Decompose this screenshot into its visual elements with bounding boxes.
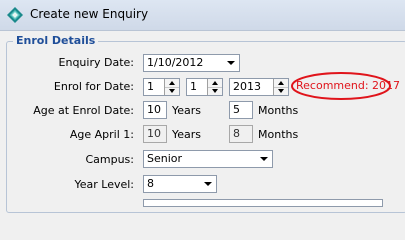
chevron-down-icon: [203, 182, 212, 186]
age-enrol-years-unit: Years: [172, 104, 202, 117]
group-title: Enrol Details: [13, 34, 99, 47]
enrol-for-date-label: Enrol for Date:: [53, 80, 134, 93]
year-level-dropdown-button[interactable]: [199, 176, 216, 192]
app-diamond-icon: [7, 7, 23, 23]
age-april-years-field: 10: [143, 125, 167, 143]
window-title: Create new Enquiry: [30, 7, 149, 21]
age-april-years-unit: Years: [172, 128, 202, 141]
enrol-day-spinner[interactable]: 1: [143, 78, 180, 96]
campus-label: Campus:: [85, 153, 134, 166]
enrol-month-spin-buttons[interactable]: [207, 79, 222, 95]
enrol-year-spinner[interactable]: 2013: [229, 78, 289, 96]
campus-value: Senior: [147, 152, 183, 165]
campus-combo[interactable]: Senior: [143, 150, 273, 168]
age-enrol-months-unit: Months: [258, 104, 299, 117]
age-april-years-value: 10: [147, 127, 161, 140]
recommend-year-note: Recommend: 2017: [296, 79, 401, 92]
spin-down-icon[interactable]: [208, 87, 222, 95]
next-field-partial[interactable]: [143, 199, 383, 207]
enrol-month-spinner[interactable]: 1: [186, 78, 223, 96]
window-titlebar[interactable]: Create new Enquiry: [0, 0, 405, 31]
age-enrol-years-input[interactable]: 10: [143, 101, 167, 119]
year-level-combo[interactable]: 8: [143, 175, 217, 193]
age-enrol-months-input[interactable]: 5: [229, 101, 253, 119]
enquiry-date-label: Enquiry Date:: [58, 56, 134, 69]
enquiry-date-combo[interactable]: 1/10/2012: [143, 54, 240, 72]
spin-down-icon[interactable]: [274, 87, 288, 95]
year-level-label: Year Level:: [74, 178, 134, 191]
enquiry-date-dropdown-button[interactable]: [222, 55, 239, 71]
age-at-enrol-label: Age at Enrol Date:: [33, 104, 134, 117]
age-april-months-value: 8: [233, 127, 240, 140]
age-april-label: Age April 1:: [69, 128, 134, 141]
enrol-month-value: 1: [190, 80, 197, 93]
age-enrol-years-value: 10: [147, 103, 161, 116]
age-april-months-unit: Months: [258, 128, 299, 141]
enrol-year-spin-buttons[interactable]: [273, 79, 288, 95]
age-enrol-months-value: 5: [233, 103, 240, 116]
enquiry-date-value: 1/10/2012: [147, 56, 204, 69]
enrol-year-value: 2013: [233, 80, 261, 93]
chevron-down-icon: [259, 157, 268, 161]
enrol-day-value: 1: [147, 80, 154, 93]
campus-dropdown-button[interactable]: [255, 151, 272, 167]
year-level-value: 8: [147, 177, 154, 190]
spin-down-icon[interactable]: [165, 87, 179, 95]
chevron-down-icon: [226, 61, 235, 65]
age-april-months-field: 8: [229, 125, 253, 143]
enrol-day-spin-buttons[interactable]: [164, 79, 179, 95]
